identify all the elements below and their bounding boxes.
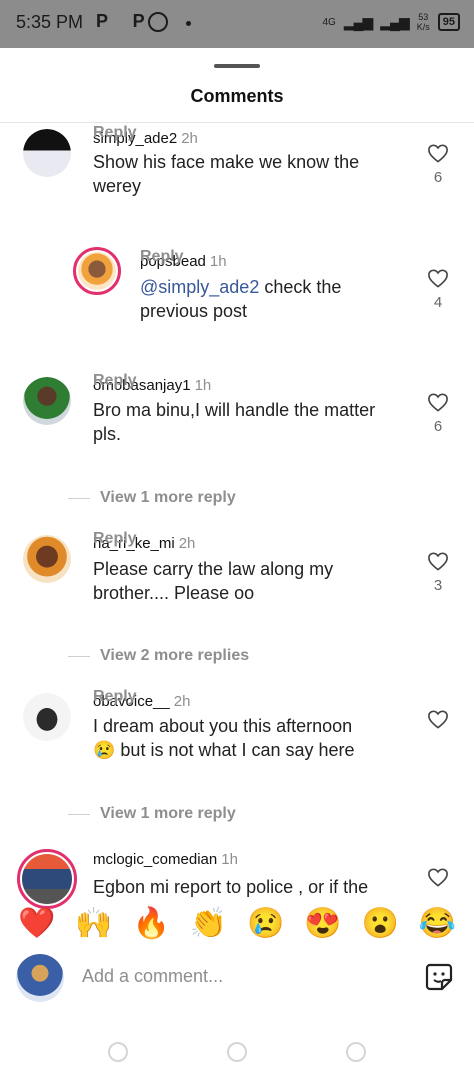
- reply-button[interactable]: Reply: [140, 248, 184, 266]
- like-count: 6: [433, 169, 443, 186]
- reply-button[interactable]: Reply: [93, 124, 137, 142]
- raised-hands-emoji-button[interactable]: 🙌: [75, 907, 112, 941]
- notification-dot-icon: [186, 21, 191, 26]
- comment-item: ha_ri_ke_mi 2h Please carry the law along…: [0, 529, 474, 679]
- heart-emoji-button[interactable]: ❤️: [18, 907, 55, 941]
- view-more-label: View 1 more reply: [100, 805, 236, 822]
- current-user-avatar: [16, 954, 64, 1002]
- reply-button[interactable]: Reply: [93, 688, 137, 706]
- battery-indicator: 95: [437, 13, 460, 31]
- avatar[interactable]: [73, 247, 121, 295]
- view-more-label: View 2 more replies: [100, 647, 250, 664]
- avatar[interactable]: [23, 693, 71, 741]
- notification-icons: P P: [96, 11, 155, 31]
- comment-item: obavoice__ 2h I dream about you this afte…: [0, 687, 474, 837]
- laughing-emoji-button[interactable]: 😂: [419, 907, 456, 941]
- comment-text: Please carry the law along my brother...…: [93, 559, 334, 603]
- heart-icon: [428, 552, 448, 571]
- comment-time: 1h: [221, 851, 238, 868]
- reply-button[interactable]: Reply: [93, 372, 137, 390]
- reply-item: popsbead 1h @simply_ade2 check the previo…: [0, 247, 474, 357]
- comment-input[interactable]: Add a comment...: [82, 966, 223, 987]
- sticker-icon[interactable]: [424, 962, 454, 992]
- avatar[interactable]: [23, 129, 71, 177]
- reaction-bar: ❤️ 🙌 🔥 👏 😢 😍 😮 😂: [0, 894, 474, 954]
- comment-time: 2h: [181, 130, 198, 147]
- comment-item: omobasanjay1 1h Bro ma binu,I will handle…: [0, 371, 474, 521]
- like-count: 3: [433, 577, 443, 594]
- comment-time: 1h: [209, 253, 227, 270]
- like-button[interactable]: 6: [426, 143, 450, 186]
- like-button[interactable]: 4: [426, 268, 450, 311]
- heart-icon: [428, 144, 448, 163]
- comment-item: simply_ade2 2h Show his face make we know…: [0, 123, 474, 243]
- comment-time: 2h: [173, 693, 191, 710]
- user-mention[interactable]: @simply_ade2: [140, 277, 259, 297]
- heart-eyes-emoji-button[interactable]: 😍: [304, 907, 341, 941]
- recent-apps-button[interactable]: [108, 1042, 128, 1062]
- comment-list[interactable]: simply_ade2 2h Show his face make we know…: [0, 123, 474, 941]
- fire-emoji-button[interactable]: 🔥: [132, 907, 169, 941]
- comment-body: but is not what I can say here: [115, 740, 355, 760]
- like-button[interactable]: 3: [426, 551, 450, 594]
- like-count: 4: [433, 294, 443, 311]
- view-more-label: View 1 more reply: [100, 489, 236, 506]
- comment-header: mclogic_comedian 1h: [93, 851, 238, 868]
- status-bar: 5:35 PM P P 4G ▂▄▆ ▂▄▆ 53 K/s 95: [0, 0, 474, 48]
- view-more-replies[interactable]: View 1 more reply: [68, 805, 236, 823]
- back-button[interactable]: [346, 1042, 366, 1062]
- signal-icon: ▂▄▆: [343, 13, 373, 30]
- comments-sheet: Comments simply_ade2 2h Show his face mak…: [0, 48, 474, 1080]
- heart-icon: [428, 868, 448, 887]
- reply-button[interactable]: Reply: [93, 530, 137, 548]
- view-more-replies[interactable]: View 2 more replies: [68, 647, 249, 665]
- surprised-emoji-button[interactable]: 😮: [361, 907, 398, 941]
- cry-emoji-icon: 😢: [93, 740, 116, 760]
- drag-handle[interactable]: [214, 64, 260, 68]
- heart-icon: [428, 269, 448, 288]
- like-button[interactable]: [426, 709, 450, 729]
- like-button[interactable]: [426, 867, 450, 887]
- comment-username[interactable]: mclogic_comedian: [93, 851, 217, 868]
- avatar[interactable]: [23, 377, 71, 425]
- signal-icon-2: ▂▄▆: [380, 13, 409, 30]
- comment-text: @simply_ade2 check the previous post: [140, 275, 390, 323]
- heart-icon: [428, 393, 448, 412]
- comment-composer: Add a comment...: [0, 950, 474, 1006]
- sheet-title: Comments: [190, 86, 284, 106]
- thread-line: [68, 655, 90, 657]
- net-speed-value: 53: [418, 12, 429, 22]
- view-more-replies[interactable]: View 1 more reply: [68, 489, 236, 507]
- cry-emoji-button[interactable]: 😢: [247, 907, 284, 941]
- whatsapp-icon: [148, 12, 168, 32]
- comment-text: Show his face make we know the werey: [93, 152, 360, 196]
- network-type: 4G: [322, 16, 336, 28]
- like-button[interactable]: 6: [426, 392, 450, 435]
- like-count: 6: [433, 418, 443, 435]
- system-nav-bar: [0, 1030, 474, 1080]
- thread-line: [68, 813, 90, 815]
- net-speed-unit: K/s: [416, 22, 430, 32]
- comment-text: Bro ma binu,I will handle the matter pls…: [93, 400, 376, 444]
- comment-text: I dream about you this afternoon 😢 but i…: [93, 714, 393, 762]
- home-button[interactable]: [227, 1042, 247, 1062]
- clap-emoji-button[interactable]: 👏: [190, 907, 227, 941]
- comment-time: 1h: [194, 377, 212, 394]
- status-time: 5:35 PM: [16, 12, 84, 32]
- comment-body: I dream about you this afternoon: [93, 716, 353, 736]
- avatar[interactable]: [23, 535, 71, 583]
- thread-line: [68, 497, 90, 499]
- heart-icon: [428, 710, 448, 729]
- comment-time: 2h: [178, 535, 196, 552]
